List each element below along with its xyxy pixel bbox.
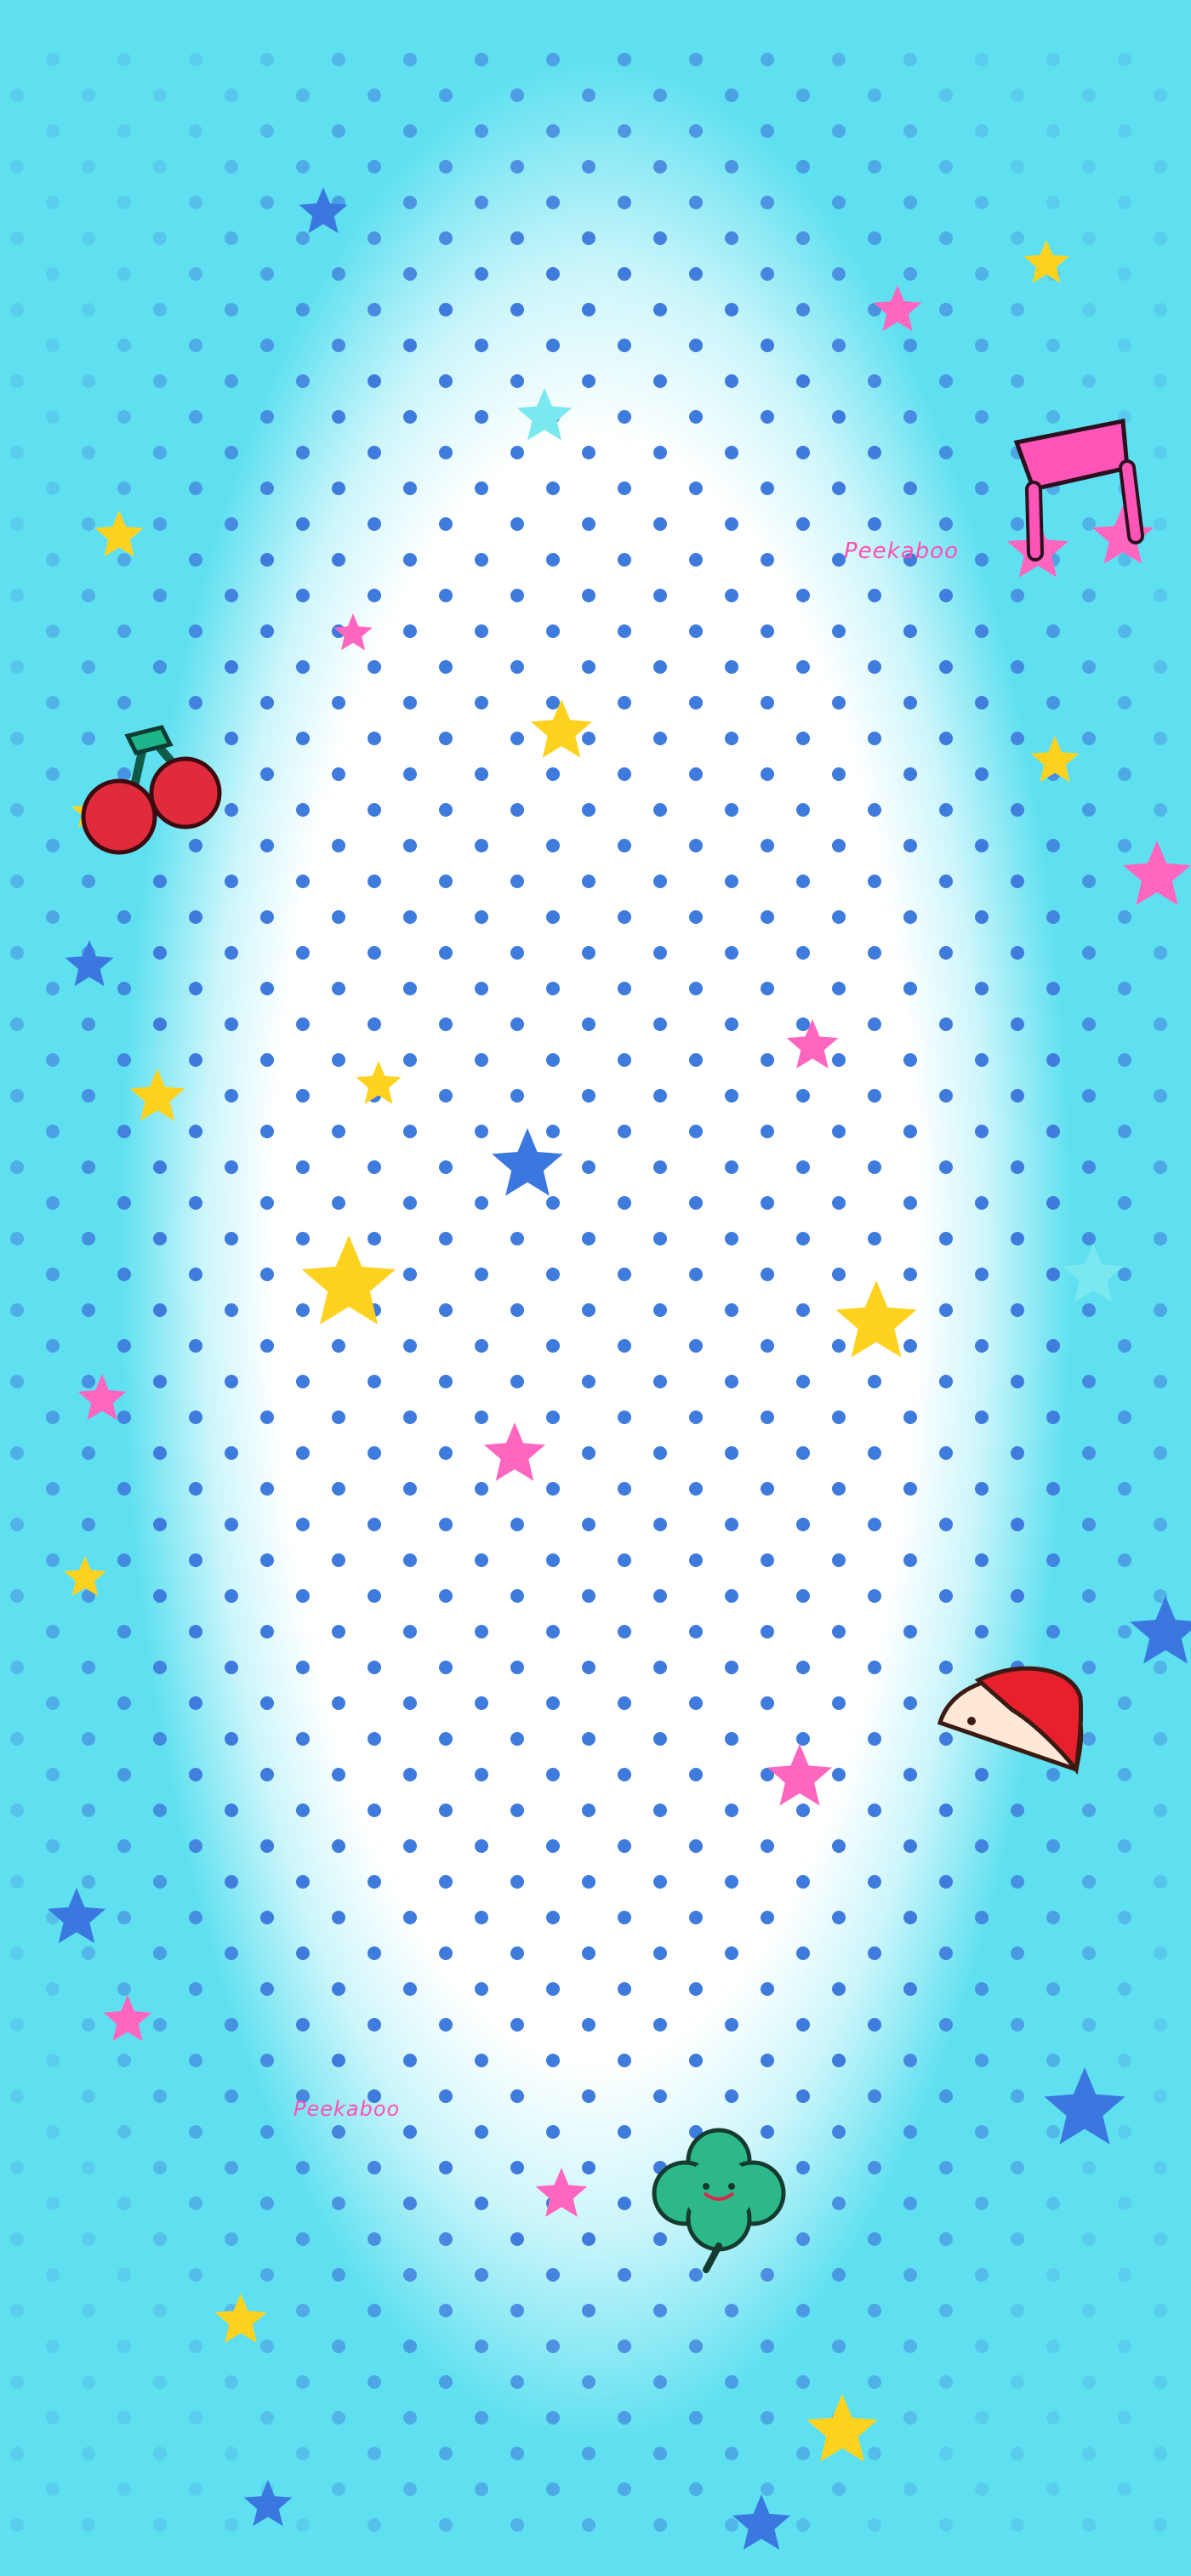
- star-icon: [299, 187, 348, 234]
- star-icon: [786, 1019, 839, 1069]
- star-icon: [535, 2168, 588, 2217]
- star-icon: [214, 2294, 267, 2343]
- star-icon: [1030, 736, 1080, 783]
- star-icon: [94, 510, 144, 557]
- star-icon: [103, 1995, 152, 2042]
- peekaboo-watermark-top: Peekaboo: [844, 539, 959, 564]
- star-icon: [835, 1280, 917, 1358]
- star-icon: [806, 2394, 878, 2462]
- star-icon: [1044, 2067, 1125, 2145]
- star-icon: [530, 699, 593, 758]
- wallpaper: Peekaboo Peekaboo: [0, 0, 1191, 2576]
- star-icon: [65, 940, 114, 987]
- decorations: [47, 187, 1191, 2550]
- star-icon: [483, 1422, 546, 1481]
- star-icon: [243, 2480, 293, 2527]
- star-icon: [767, 1744, 832, 1806]
- star-icon: [516, 388, 573, 441]
- star-icon: [492, 1128, 563, 1196]
- star-icon: [64, 1556, 106, 1596]
- star-icon: [47, 1888, 106, 1944]
- star-icon: [1062, 1244, 1125, 1302]
- peekaboo-watermark-bottom: Peekaboo: [293, 2097, 401, 2121]
- star-icon: [77, 1374, 127, 1421]
- star-icon: [1130, 1596, 1191, 1664]
- star-icon: [732, 2494, 791, 2550]
- star-icon: [356, 1061, 402, 1104]
- cherry-icon: [81, 725, 222, 855]
- star-icon: [129, 1069, 185, 1121]
- star-icon: [1123, 841, 1191, 905]
- star-icon: [1023, 240, 1069, 283]
- star-icon: [301, 1235, 396, 1325]
- star-icon: [333, 613, 373, 651]
- clover-icon: [652, 2128, 786, 2273]
- star-icon: [1091, 505, 1154, 564]
- apple-slice-icon: [937, 1666, 1084, 1775]
- star-icon: [873, 285, 922, 332]
